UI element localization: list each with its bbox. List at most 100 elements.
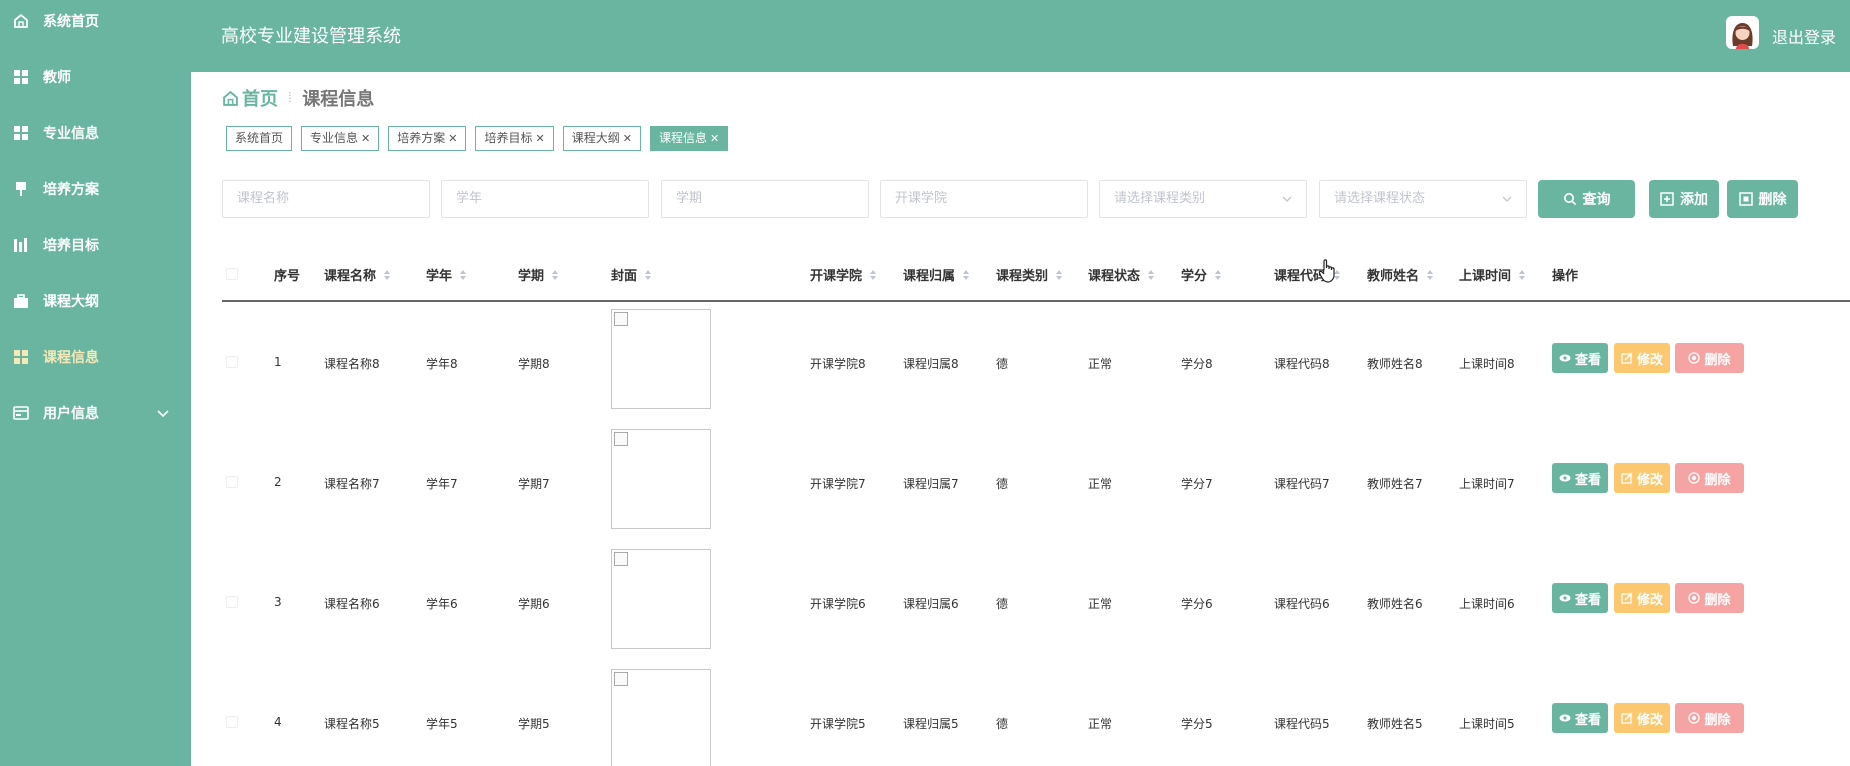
tag-training-plan[interactable]: 培养方案 ✕ bbox=[388, 126, 467, 151]
row-checkbox[interactable] bbox=[226, 356, 238, 368]
sidebar-item-label: 用户信息 bbox=[43, 406, 99, 422]
course-name-input[interactable]: 课程名称 bbox=[222, 180, 430, 218]
close-icon[interactable]: ✕ bbox=[536, 127, 545, 150]
status-select[interactable]: 请选择课程状态 bbox=[1319, 180, 1527, 218]
view-button[interactable]: 查看 bbox=[1552, 703, 1608, 733]
sort-icon[interactable] bbox=[459, 269, 467, 281]
th-teacher[interactable]: 教师姓名 bbox=[1367, 265, 1434, 284]
sidebar-item-home[interactable]: 系统首页 bbox=[0, 1, 191, 41]
cell-owner: 课程归属5 bbox=[903, 717, 959, 731]
delete-button[interactable]: 删除 bbox=[1675, 343, 1744, 373]
sidebar-item-major[interactable]: 专业信息 bbox=[0, 113, 191, 153]
close-icon[interactable]: ✕ bbox=[623, 127, 632, 150]
th-category[interactable]: 课程类别 bbox=[996, 265, 1063, 284]
cell-credit: 学分7 bbox=[1181, 477, 1213, 491]
th-name[interactable]: 课程名称 bbox=[324, 265, 391, 284]
sort-icon[interactable] bbox=[383, 269, 391, 281]
view-button[interactable]: 查看 bbox=[1552, 583, 1608, 613]
close-circle-icon bbox=[1688, 712, 1701, 724]
college-input[interactable]: 开课学院 bbox=[880, 180, 1088, 218]
plus-square-icon bbox=[1660, 192, 1674, 206]
delete-button[interactable]: 删除 bbox=[1675, 703, 1744, 733]
tag-major[interactable]: 专业信息 ✕ bbox=[301, 126, 380, 151]
cell-year: 学年5 bbox=[426, 717, 458, 731]
close-icon[interactable]: ✕ bbox=[710, 127, 719, 150]
home-icon bbox=[14, 13, 28, 28]
avatar[interactable] bbox=[1726, 16, 1759, 49]
tag-training-goal[interactable]: 培养目标 ✕ bbox=[475, 126, 554, 151]
term-input[interactable]: 学期 bbox=[661, 180, 869, 218]
cell-college: 开课学院7 bbox=[810, 477, 866, 491]
tag-syllabus[interactable]: 课程大纲 ✕ bbox=[562, 126, 641, 151]
close-icon[interactable]: ✕ bbox=[448, 127, 457, 150]
cell-term: 学期7 bbox=[518, 477, 550, 491]
view-button[interactable]: 查看 bbox=[1552, 343, 1608, 373]
sidebar-item-training-goal[interactable]: 培养目标 bbox=[0, 225, 191, 265]
search-icon bbox=[1563, 193, 1576, 206]
cell-time: 上课时间7 bbox=[1459, 477, 1515, 491]
delete-button[interactable]: 删除 bbox=[1675, 463, 1744, 493]
year-input[interactable]: 学年 bbox=[441, 180, 649, 218]
th-cover[interactable]: 封面 bbox=[611, 265, 652, 284]
cell-index: 4 bbox=[274, 715, 282, 729]
breadcrumb-home[interactable]: 首页 bbox=[222, 85, 278, 111]
th-time[interactable]: 上课时间 bbox=[1459, 265, 1526, 284]
cell-year: 学年7 bbox=[426, 477, 458, 491]
edit-button[interactable]: 修改 bbox=[1614, 583, 1670, 613]
cover-image bbox=[611, 549, 711, 649]
add-button[interactable]: 添加 bbox=[1649, 180, 1719, 218]
sidebar-item-teacher[interactable]: 教师 bbox=[0, 57, 191, 97]
edit-button[interactable]: 修改 bbox=[1614, 703, 1670, 733]
delete-button[interactable]: 删除 bbox=[1675, 583, 1744, 613]
sort-icon[interactable] bbox=[1055, 269, 1063, 281]
th-credit[interactable]: 学分 bbox=[1181, 265, 1222, 284]
cell-category: 德 bbox=[996, 477, 1009, 491]
sort-icon[interactable] bbox=[644, 269, 652, 281]
query-button[interactable]: 查询 bbox=[1538, 180, 1635, 218]
th-term[interactable]: 学期 bbox=[518, 265, 559, 284]
eye-icon bbox=[1559, 594, 1571, 602]
row-checkbox[interactable] bbox=[226, 596, 238, 608]
th-owner[interactable]: 课程归属 bbox=[903, 265, 970, 284]
select-all-checkbox[interactable] bbox=[226, 268, 238, 280]
cover-image bbox=[611, 429, 711, 529]
logout-button[interactable]: 退出登录 bbox=[1772, 24, 1836, 48]
sidebar-item-label: 专业信息 bbox=[43, 126, 99, 142]
sort-icon[interactable] bbox=[962, 269, 970, 281]
cell-code: 课程代码6 bbox=[1274, 597, 1330, 611]
sidebar-item-course-info[interactable]: 课程信息 bbox=[0, 337, 191, 377]
sort-icon[interactable] bbox=[1147, 269, 1155, 281]
eye-icon bbox=[1559, 354, 1571, 362]
sort-icon[interactable] bbox=[1214, 269, 1222, 281]
sidebar-item-label: 课程信息 bbox=[43, 350, 99, 366]
sort-icon[interactable] bbox=[1426, 269, 1434, 281]
edit-button[interactable]: 修改 bbox=[1614, 463, 1670, 493]
top-bar: 高校专业建设管理系统 退出登录 bbox=[191, 0, 1850, 72]
sidebar-item-user-info[interactable]: 用户信息 bbox=[0, 393, 191, 433]
sidebar-item-syllabus[interactable]: 课程大纲 bbox=[0, 281, 191, 321]
sort-icon[interactable] bbox=[869, 269, 877, 281]
tag-home[interactable]: 系统首页 bbox=[226, 126, 293, 151]
sidebar-item-label: 课程大纲 bbox=[43, 294, 99, 310]
view-button[interactable]: 查看 bbox=[1552, 463, 1608, 493]
sidebar-item-training-plan[interactable]: 培养方案 bbox=[0, 169, 191, 209]
category-select[interactable]: 请选择课程类别 bbox=[1099, 180, 1307, 218]
th-year[interactable]: 学年 bbox=[426, 265, 467, 284]
tag-label: 培养目标 bbox=[484, 131, 533, 145]
edit-button[interactable]: 修改 bbox=[1614, 343, 1670, 373]
th-college[interactable]: 开课学院 bbox=[810, 265, 877, 284]
batch-delete-button[interactable]: 删除 bbox=[1727, 180, 1798, 218]
search-bar: 课程名称 学年 学期 开课学院 请选择课程类别 请选择课程状态 查询 添加 删除 bbox=[222, 180, 1832, 218]
tag-course-info[interactable]: 课程信息 ✕ bbox=[649, 126, 729, 151]
close-icon[interactable]: ✕ bbox=[361, 127, 370, 150]
row-checkbox[interactable] bbox=[226, 716, 238, 728]
sort-icon[interactable] bbox=[1518, 269, 1526, 281]
pin-icon bbox=[16, 182, 26, 196]
row-checkbox[interactable] bbox=[226, 476, 238, 488]
th-status[interactable]: 课程状态 bbox=[1088, 265, 1155, 284]
broken-image-icon bbox=[614, 312, 628, 326]
edit-icon bbox=[1621, 712, 1633, 724]
cell-teacher: 教师姓名7 bbox=[1367, 477, 1423, 491]
sort-icon[interactable] bbox=[551, 269, 559, 281]
category-select-placeholder: 请选择课程类别 bbox=[1114, 191, 1206, 206]
